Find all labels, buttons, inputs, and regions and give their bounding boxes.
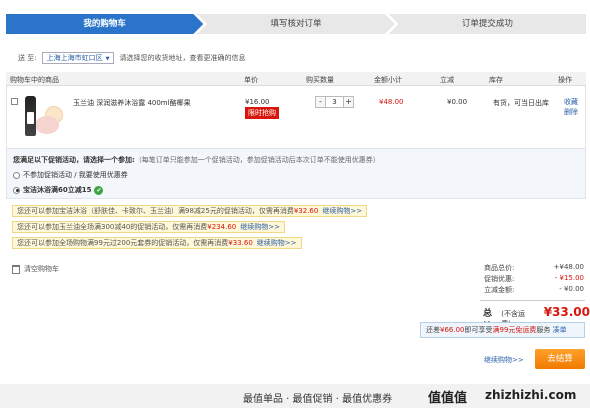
goods-total-label: 商品总价: xyxy=(484,264,515,272)
delivery-address-bar: 送 至: 上海上海市虹口区 ▼ 请选择您的收货地址，查看更准确的信息 xyxy=(18,52,245,64)
promo-discount-label: 促销优惠: xyxy=(484,275,515,283)
quantity-stepper: - 3 + xyxy=(315,96,354,108)
promo-tip: 您还可以参加宝洁沐浴（舒肤佳、卡致尔、玉兰油）满98减25元的促销活动，仅需再消… xyxy=(12,205,368,217)
promo-discount-value: - ¥15.00 xyxy=(554,274,584,282)
col-stock: 库存 xyxy=(489,76,503,84)
watermark-banner: 最值单品 · 最值促销 · 最值优惠券 值值值 zhizhizhi.com xyxy=(0,384,590,408)
continue-shopping-link[interactable]: 继续购物>> xyxy=(322,207,362,215)
goods-total-value: +¥48.00 xyxy=(553,263,584,271)
checkout-steps: 我的购物车 填写核对订单 订单提交成功 xyxy=(6,14,586,34)
address-hint: 请选择您的收货地址，查看更准确的信息 xyxy=(119,54,246,62)
promotion-title: 您满足以下促销活动，请选择一个参加:（每笔订单只能参加一个促销活动，参加促销活动… xyxy=(13,156,380,164)
decrease-button[interactable]: - xyxy=(315,96,326,108)
step-fill-order: 填写核对订单 xyxy=(197,14,394,34)
continue-shopping-link[interactable]: 继续购物>> xyxy=(257,239,297,247)
col-quantity: 购买数量 xyxy=(306,76,334,84)
quantity-input[interactable]: 3 xyxy=(326,96,343,108)
col-subtotal: 金额小计 xyxy=(374,76,402,84)
watermark-domain: zhizhizhi.com xyxy=(485,388,577,402)
cut-amount-value: - ¥0.00 xyxy=(559,285,584,293)
flash-sale-badge: 限时抢购 xyxy=(245,107,279,119)
item-subtotal: ¥48.00 xyxy=(379,98,404,106)
stock-status: 有货，可当日出库 xyxy=(493,99,549,107)
step-order-submitted: 订单提交成功 xyxy=(388,14,586,34)
address-select[interactable]: 上海上海市虹口区 ▼ xyxy=(41,52,115,64)
unit-price: ¥16.00 xyxy=(245,98,270,106)
add-items-link[interactable]: 凑单 xyxy=(553,326,567,334)
check-circle-icon: ✔ xyxy=(94,185,104,195)
clear-cart-button[interactable]: 清空购物车 xyxy=(12,264,59,274)
promo-option-none[interactable]: 不参加促销活动 / 我要使用优惠券 xyxy=(13,170,579,180)
chevron-down-icon: ▼ xyxy=(105,56,110,62)
step-my-cart: 我的购物车 xyxy=(6,14,203,34)
cart-item-row: 玉兰油 深润滋养沐浴露 400ml酪椰果 ¥16.00 限时抢购 - 3 + ¥… xyxy=(6,86,586,149)
favorite-link[interactable]: 收藏 xyxy=(564,97,578,107)
trash-icon xyxy=(12,264,20,274)
promo-tip: 您还可以参加玉兰油全场满300减40的促销活动，仅需再消费¥234.60 继续购物… xyxy=(12,221,285,233)
col-action: 操作 xyxy=(558,76,572,84)
promo-tip: 您还可以参加全场购物满99元过200元套券的促销活动，仅需再消费¥33.60 继续… xyxy=(12,237,302,249)
radio-button-checked[interactable] xyxy=(13,186,20,194)
free-shipping-notice: 还差¥66.00即可享受满99元免运费服务 凑单 xyxy=(420,322,585,338)
promotion-selector: 您满足以下促销活动，请选择一个参加:（每笔订单只能参加一个促销活动，参加促销活动… xyxy=(6,149,586,199)
product-name-link[interactable]: 玉兰油 深润滋养沐浴露 400ml酪椰果 xyxy=(73,98,191,108)
col-product: 购物车中的商品 xyxy=(10,76,59,84)
continue-shopping-link[interactable]: 继续购物>> xyxy=(240,223,280,231)
increase-button[interactable]: + xyxy=(343,96,354,108)
delete-link[interactable]: 删除 xyxy=(564,107,578,117)
product-image[interactable] xyxy=(21,94,65,140)
item-checkbox[interactable] xyxy=(11,98,18,105)
item-actions: 收藏 删除 xyxy=(564,97,578,117)
address-label: 送 至: xyxy=(18,54,37,62)
cut-amount-label: 立减金额: xyxy=(484,286,515,294)
item-discount: ¥0.00 xyxy=(447,98,468,106)
grand-total-value: ¥33.00 xyxy=(543,305,590,319)
divider xyxy=(480,300,585,301)
promo-option-selected[interactable]: 宝洁沐浴满60立减15 ✔ xyxy=(13,185,579,195)
checkout-button[interactable]: 去结算 xyxy=(535,349,585,369)
watermark-brand: 值值值 xyxy=(428,391,468,406)
cart-table-header: 购物车中的商品 单价 购买数量 金额小计 立减 库存 操作 xyxy=(6,72,586,86)
order-summary: 商品总价: +¥48.00 促销优惠: - ¥15.00 立减金额: - ¥0.00 xyxy=(484,263,584,296)
watermark-slogan: 最值单品 · 最值促销 · 最值优惠券 xyxy=(243,394,393,405)
radio-button[interactable] xyxy=(13,171,20,179)
continue-shopping-link[interactable]: 继续购物>> xyxy=(484,355,524,365)
col-discount: 立减 xyxy=(440,76,454,84)
col-price: 单价 xyxy=(244,76,258,84)
